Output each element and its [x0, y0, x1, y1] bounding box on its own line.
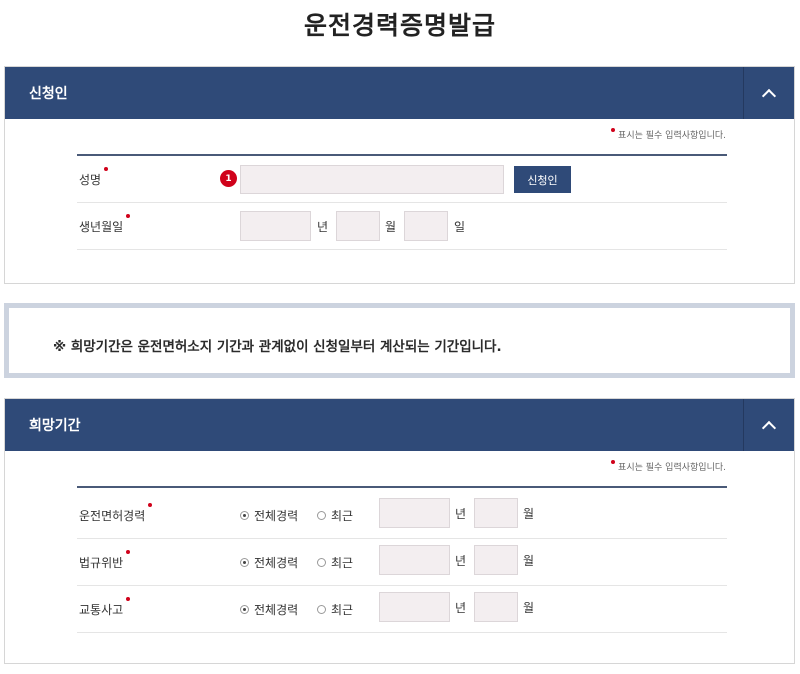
birth-day-input[interactable] [404, 211, 448, 241]
period-year-input[interactable] [379, 498, 450, 528]
radio-checked-icon [240, 511, 249, 520]
required-note: 표시는 필수 입력사항입니다. [611, 128, 726, 141]
required-note: 표시는 필수 입력사항입니다. [611, 460, 726, 473]
period-month-input[interactable] [474, 545, 518, 575]
required-note-text: 표시는 필수 입력사항입니다. [618, 463, 726, 473]
name-row: 성명 1 신청인 [77, 156, 727, 203]
radio-unchecked-icon [317, 511, 326, 520]
birth-year-input[interactable] [240, 211, 311, 241]
period-row-label-text: 교통사고 [79, 603, 124, 617]
period-row-label: 운전면허경력 [79, 503, 153, 524]
period-year-unit: 년 [455, 507, 467, 521]
birth-year-unit: 년 [317, 220, 329, 234]
applicant-button[interactable]: 신청인 [514, 166, 571, 193]
radio-all-label: 전체경력 [254, 603, 299, 617]
period-panel-title: 희망기간 [29, 418, 81, 434]
required-dot-icon [126, 214, 131, 218]
notice-text: ※ 희망기간은 운전면허소지 기간과 관계없이 신청일부터 계산되는 기간입니다… [53, 339, 502, 355]
radio-recent-label: 최근 [331, 603, 354, 617]
radio-all-career[interactable]: 전체경력 [240, 507, 298, 524]
applicant-form: 성명 1 신청인 생년월일 년 월 일 [77, 154, 727, 250]
applicant-panel-header: 신청인 [5, 67, 794, 119]
name-label-text: 성명 [79, 173, 102, 187]
period-year-unit: 년 [455, 554, 467, 568]
radio-all-label: 전체경력 [254, 556, 299, 570]
radio-recent[interactable]: 최근 [317, 507, 353, 524]
period-row-label-text: 운전면허경력 [79, 509, 146, 523]
period-year-input[interactable] [379, 545, 450, 575]
radio-recent-label: 최근 [331, 556, 354, 570]
period-row-label: 교통사고 [79, 597, 131, 618]
period-row-label-text: 법규위반 [79, 556, 124, 570]
required-dot-icon [148, 503, 153, 507]
period-month-input[interactable] [474, 498, 518, 528]
name-label: 성명 [79, 167, 109, 188]
period-panel: 희망기간 표시는 필수 입력사항입니다. 운전면허경력 전체경력 최근 년 월 … [4, 398, 795, 664]
birth-day-unit: 일 [454, 220, 466, 234]
period-year-input[interactable] [379, 592, 450, 622]
required-note-text: 표시는 필수 입력사항입니다. [618, 131, 726, 141]
birth-label-text: 생년월일 [79, 220, 124, 234]
radio-checked-icon [240, 558, 249, 567]
period-row-violation: 법규위반 전체경력 최근 년 월 [77, 539, 727, 586]
period-month-unit: 월 [523, 601, 535, 615]
radio-recent-label: 최근 [331, 509, 354, 523]
notice-box: ※ 희망기간은 운전면허소지 기간과 관계없이 신청일부터 계산되는 기간입니다… [4, 303, 795, 378]
birth-label: 생년월일 [79, 214, 131, 235]
radio-unchecked-icon [317, 558, 326, 567]
period-row-label: 법규위반 [79, 550, 131, 571]
period-form: 운전면허경력 전체경력 최근 년 월 법규위반 전체경력 최근 년 월 교통사고… [77, 486, 727, 633]
required-dot-icon [611, 460, 616, 464]
period-month-input[interactable] [474, 592, 518, 622]
radio-recent[interactable]: 최근 [317, 554, 353, 571]
period-row-license: 운전면허경력 전체경력 최근 년 월 [77, 492, 727, 539]
step-badge: 1 [220, 170, 237, 187]
applicant-panel: 신청인 표시는 필수 입력사항입니다. 성명 1 신청인 생년월일 년 월 일 [4, 66, 795, 284]
radio-recent[interactable]: 최근 [317, 601, 353, 618]
applicant-panel-title: 신청인 [29, 86, 68, 102]
radio-checked-icon [240, 605, 249, 614]
radio-all-career[interactable]: 전체경력 [240, 601, 298, 618]
required-dot-icon [126, 597, 131, 601]
birth-month-input[interactable] [336, 211, 380, 241]
period-collapse-toggle[interactable] [743, 399, 794, 451]
required-dot-icon [104, 167, 109, 171]
period-month-unit: 월 [523, 507, 535, 521]
page-title: 운전경력증명발급 [303, 11, 496, 40]
radio-all-label: 전체경력 [254, 509, 299, 523]
chevron-up-icon [761, 88, 777, 103]
period-month-unit: 월 [523, 554, 535, 568]
name-input[interactable] [240, 165, 504, 194]
period-row-accident: 교통사고 전체경력 최근 년 월 [77, 586, 727, 633]
radio-unchecked-icon [317, 605, 326, 614]
birth-month-unit: 월 [385, 220, 397, 234]
required-dot-icon [126, 550, 131, 554]
period-panel-header: 희망기간 [5, 399, 794, 451]
applicant-collapse-toggle[interactable] [743, 67, 794, 119]
period-year-unit: 년 [455, 601, 467, 615]
required-dot-icon [611, 128, 616, 132]
radio-all-career[interactable]: 전체경력 [240, 554, 298, 571]
birth-row: 생년월일 년 월 일 [77, 203, 727, 250]
chevron-up-icon [761, 420, 777, 435]
